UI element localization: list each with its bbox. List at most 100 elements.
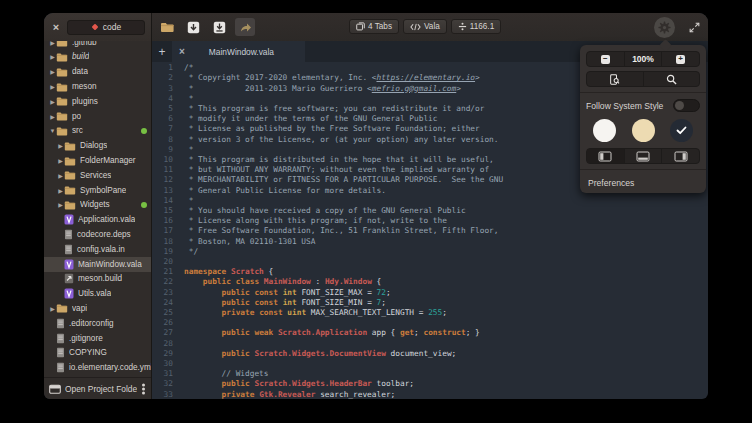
line-number: 9 <box>152 145 178 155</box>
tree-item-meson-build[interactable]: meson.build <box>44 271 151 286</box>
tree-item-vapi[interactable]: ▶vapi <box>44 301 151 316</box>
tree-item-utils-vala[interactable]: Utils.vala <box>44 286 151 301</box>
tree-item-build[interactable]: ▶build <box>44 49 151 64</box>
tree-item--gitignore[interactable]: .gitignore <box>44 331 151 346</box>
code-line: 24 public const int FONT_SIZE_MIN = 7; <box>152 298 708 308</box>
expander-icon[interactable]: ▶ <box>49 41 56 46</box>
search-button[interactable] <box>644 72 700 86</box>
settings-popover: − 100% + Follow System Style <box>580 45 706 193</box>
code-line: 27 public weak Scratch.Application app {… <box>152 328 708 338</box>
share-button[interactable] <box>235 18 255 36</box>
1166-1-button[interactable]: 1166.1 <box>451 19 501 34</box>
tree-item-widgets[interactable]: ▶Widgets <box>44 197 151 212</box>
vala-button[interactable]: Vala <box>403 19 447 34</box>
code-line: 29 public Scratch.Widgets.DocumentView d… <box>152 349 708 359</box>
line-number: 27 <box>152 328 178 338</box>
line-number: 33 <box>152 390 178 399</box>
share-icon <box>239 22 252 33</box>
expander-icon[interactable]: ▶ <box>49 305 56 312</box>
tree-item--github[interactable]: ▶.github <box>44 41 151 50</box>
tree-item-symbolpane[interactable]: ▶SymbolPane <box>44 183 151 198</box>
expander-icon[interactable]: ▶ <box>57 201 64 208</box>
expander-icon[interactable]: ▶ <box>57 172 64 179</box>
preferences-menu-item[interactable]: Preferences <box>586 178 700 188</box>
new-tab-button[interactable]: + <box>152 41 172 62</box>
tree-item-dialogs[interactable]: ▶Dialogs <box>44 138 151 153</box>
expander-icon[interactable]: ▼ <box>49 128 56 134</box>
save-icon <box>187 21 200 34</box>
follow-system-style-toggle[interactable] <box>673 99 700 112</box>
script-file-icon <box>64 273 74 284</box>
kebab-menu-icon[interactable] <box>141 383 146 395</box>
line-number: 1 <box>152 63 178 73</box>
tree-item-codecore-deps[interactable]: codecore.deps <box>44 227 151 242</box>
code-line: 28 <box>152 339 708 349</box>
file-icon <box>64 244 73 255</box>
expander-icon[interactable]: ▶ <box>49 113 56 120</box>
line-number: 15 <box>152 206 178 216</box>
toolbar: 4 Tabs Vala 1166.1 <box>152 13 708 41</box>
find-control <box>586 71 700 87</box>
zoom-out-icon: − <box>601 55 610 64</box>
tree-item-io-elementary-code-yml[interactable]: io.elementary.code.yml <box>44 360 151 375</box>
sidebar-left-icon <box>598 151 612 162</box>
find-in-files-button[interactable] <box>587 72 644 86</box>
layout-sidebar-left-button[interactable] <box>587 149 625 163</box>
code-line: 19 */ <box>152 247 708 257</box>
zoom-in-button[interactable]: + <box>662 52 699 66</box>
line-number: 13 <box>152 186 178 196</box>
modified-badge <box>141 202 147 208</box>
open-folder-button[interactable] <box>157 18 177 36</box>
expander-icon[interactable]: ▶ <box>49 83 56 90</box>
expander-icon[interactable]: ▶ <box>57 142 64 149</box>
code-line: 30 <box>152 359 708 369</box>
tab-mainwindow[interactable]: × MainWindow.vala <box>172 41 305 62</box>
open-project-folder-button[interactable]: Open Project Folder… <box>44 377 151 399</box>
code-line: 33 private Gtk.Revealer search_revealer; <box>152 390 708 399</box>
line-number: 18 <box>152 237 178 247</box>
style-dark-option[interactable] <box>670 119 693 142</box>
line-number: 4 <box>152 94 178 104</box>
line-number: 17 <box>152 226 178 236</box>
window-close-button[interactable]: × <box>50 22 62 33</box>
tree-item-src[interactable]: ▼src <box>44 123 151 138</box>
expander-icon[interactable]: ▶ <box>49 98 56 105</box>
tree-item-plugins[interactable]: ▶plugins <box>44 94 151 109</box>
expander-icon[interactable]: ▶ <box>49 68 56 75</box>
tree-item-copying[interactable]: COPYING <box>44 345 151 360</box>
project-chip[interactable]: code <box>67 20 145 35</box>
tree-item-services[interactable]: ▶Services <box>44 168 151 183</box>
tree-item-foldermanager[interactable]: ▶FolderManager <box>44 153 151 168</box>
line-number: 2 <box>152 73 178 83</box>
style-light-option[interactable] <box>593 119 616 142</box>
layout-sidebar-right-button[interactable] <box>662 149 699 163</box>
layout-panel-bottom-button[interactable] <box>625 149 663 163</box>
4-tabs-button[interactable]: 4 Tabs <box>349 19 399 34</box>
tree-item-application-vala[interactable]: Application.vala <box>44 212 151 227</box>
header-bar: × code 4 Tabs Vala 1166.1 <box>44 13 708 41</box>
folder-open-icon <box>160 21 175 33</box>
code-line: 18 * Boston, MA 02110-1301 USA <box>152 237 708 247</box>
expander-icon[interactable]: ▶ <box>57 157 64 164</box>
save-as-button[interactable] <box>209 18 229 36</box>
tree-item-data[interactable]: ▶data <box>44 64 151 79</box>
fullscreen-icon[interactable] <box>689 22 700 33</box>
check-icon <box>676 126 687 135</box>
line-number: 12 <box>152 175 178 185</box>
tree-item-config-vala-in[interactable]: config.vala.in <box>44 242 151 257</box>
tree-item-mainwindow-vala[interactable]: MainWindow.vala <box>44 257 151 272</box>
tree-item--editorconfig[interactable]: .editorconfig <box>44 316 151 331</box>
settings-button[interactable] <box>654 17 675 38</box>
file-icon <box>56 362 65 373</box>
zoom-out-button[interactable]: − <box>587 52 625 66</box>
zoom-control: − 100% + <box>586 51 700 67</box>
expander-icon[interactable]: ▶ <box>57 187 64 194</box>
line-number: 30 <box>152 359 178 369</box>
tree-item-meson[interactable]: ▶meson <box>44 79 151 94</box>
tree-item-po[interactable]: ▶po <box>44 109 151 124</box>
save-button[interactable] <box>183 18 203 36</box>
project-folder-icon <box>49 384 61 394</box>
file-icon <box>56 318 65 329</box>
style-sand-option[interactable] <box>632 119 655 142</box>
expander-icon[interactable]: ▶ <box>49 53 56 60</box>
